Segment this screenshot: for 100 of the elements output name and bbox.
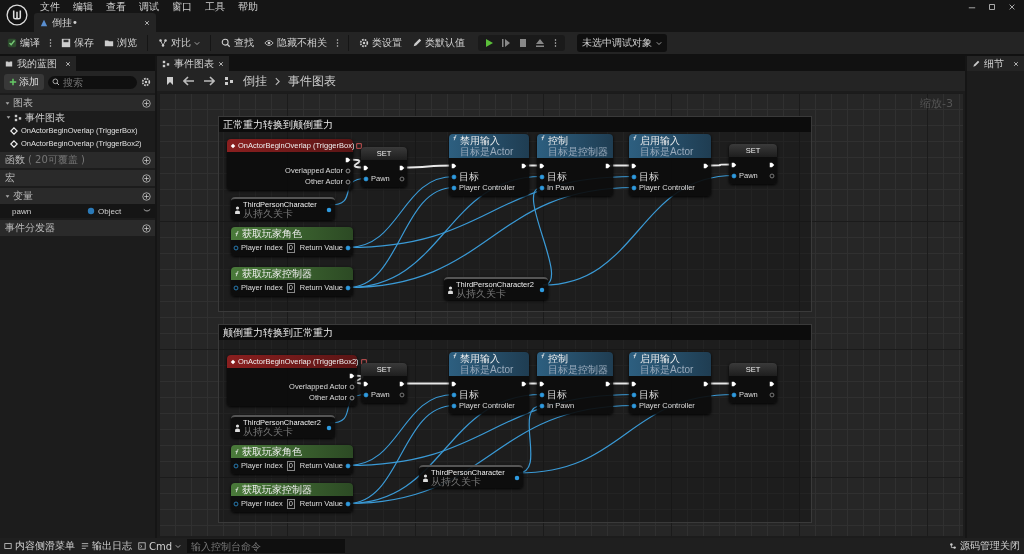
caret-icon[interactable] [143,207,151,215]
pin-icon[interactable] [345,462,351,469]
menu-item[interactable]: 帮助 [238,0,258,13]
pin-icon[interactable] [349,394,355,401]
panel-tab[interactable]: 我的蓝图 [0,56,76,71]
section-header[interactable]: 函数 ( 20可覆盖 ) [0,152,155,168]
pin-icon[interactable] [539,184,545,191]
add-icon[interactable] [142,98,151,108]
pin-icon[interactable] [345,284,351,291]
pin-icon[interactable] [631,173,637,180]
search-field[interactable]: 搜索 [48,75,137,89]
pin-icon[interactable] [399,391,405,398]
pin-icon[interactable] [539,286,545,293]
exec-pin-icon[interactable] [605,380,611,387]
console-input[interactable]: 输入控制台命令 [187,539,346,553]
exec-pin-icon[interactable] [631,162,637,169]
exec-pin-icon[interactable] [399,380,405,387]
pin-icon[interactable] [731,172,737,179]
pin-icon[interactable] [451,402,457,409]
menu-item[interactable]: 查看 [106,0,126,13]
toolbar-button[interactable]: 隐藏不相关 [261,34,330,52]
section-header[interactable]: 图表 [0,95,155,111]
pin-icon[interactable] [345,178,351,185]
pin-icon[interactable] [233,284,239,291]
section-header[interactable]: 变量 [0,188,155,204]
pin-icon[interactable] [345,244,351,251]
close-icon[interactable] [65,60,71,67]
debug-object-dropdown[interactable]: 未选中调试对象 [577,34,667,52]
exec-pin-icon[interactable] [363,164,369,171]
toolbar-button[interactable]: 类设置 [356,34,405,52]
content-drawer-button[interactable]: 内容侧滑菜单 [4,539,75,553]
exec-pin-icon[interactable] [631,380,637,387]
add-icon[interactable] [142,155,151,165]
add-icon[interactable] [142,173,151,183]
toolbar-button[interactable]: 保存 [58,34,97,52]
toolbar-button[interactable]: 浏览 [101,34,140,52]
menu-item[interactable]: 窗口 [172,0,192,13]
step-icon[interactable] [501,38,511,48]
pin-icon[interactable] [539,173,545,180]
exec-pin-icon[interactable] [769,161,775,168]
menu-item[interactable]: 工具 [205,0,225,13]
exec-pin-icon[interactable] [605,162,611,169]
variable-name[interactable]: pawn [12,206,87,216]
details-tab[interactable]: 细节 [967,56,1024,71]
exec-pin-icon[interactable] [521,162,527,169]
exec-pin-icon[interactable] [769,380,775,387]
exec-pin-icon[interactable] [703,380,709,387]
exec-pin-icon[interactable] [399,164,405,171]
close-icon[interactable] [218,60,224,67]
pin-icon[interactable] [539,391,545,398]
exec-pin-icon[interactable] [731,380,737,387]
forward-icon[interactable] [203,76,215,86]
exec-pin-icon[interactable] [703,162,709,169]
graph-canvas[interactable] [159,93,963,536]
section-header[interactable]: 事件分发器 [0,220,155,236]
pin-icon[interactable] [631,402,637,409]
graph-tab[interactable]: 事件图表 [157,56,229,71]
exec-pin-icon[interactable] [451,380,457,387]
toolbar-button[interactable]: 查找 [218,34,257,52]
pin-icon[interactable] [539,402,545,409]
close-icon[interactable] [144,19,150,26]
document-tab[interactable]: 倒挂• [34,13,156,32]
exec-pin-icon[interactable] [451,162,457,169]
more-icon[interactable] [49,38,52,48]
pin-icon[interactable] [233,244,239,251]
back-icon[interactable] [183,76,195,86]
cmd-dropdown[interactable]: Cmd [138,540,182,552]
exec-pin-icon[interactable] [345,156,351,163]
pin-icon[interactable] [769,391,775,398]
menu-item[interactable]: 文件 [40,0,60,13]
breadcrumb-item[interactable]: 事件图表 [288,72,336,90]
pin-icon[interactable] [326,424,332,431]
pin-icon[interactable] [399,175,405,182]
tree-item[interactable]: 事件图表 [0,111,155,124]
exec-pin-icon[interactable] [539,162,545,169]
section-header[interactable]: 宏 [0,170,155,186]
toolbar-button[interactable]: 对比 [155,34,203,52]
bookmark-icon[interactable] [165,76,175,86]
pin-icon[interactable] [326,206,332,213]
pin-icon[interactable] [233,500,239,507]
more-icon[interactable] [336,38,339,48]
pin-icon[interactable] [349,383,355,390]
add-icon[interactable] [142,223,151,233]
exec-pin-icon[interactable] [363,380,369,387]
exec-pin-icon[interactable] [521,380,527,387]
pin-icon[interactable] [345,500,351,507]
eject-icon[interactable] [535,38,545,48]
pin-icon[interactable] [363,175,369,182]
close-icon[interactable] [1008,2,1016,11]
menu-item[interactable]: 调试 [139,0,159,13]
exec-pin-icon[interactable] [539,380,545,387]
comment-box[interactable] [218,324,812,523]
output-log-button[interactable]: 输出日志 [81,539,132,553]
add-button[interactable]: 添加 [4,74,44,90]
pin-icon[interactable] [233,462,239,469]
pin-icon[interactable] [769,172,775,179]
settings-icon[interactable] [141,77,151,87]
pin-icon[interactable] [731,391,737,398]
variable-type[interactable]: Object [98,206,122,216]
toolbar-button[interactable]: 类默认值 [409,34,468,52]
